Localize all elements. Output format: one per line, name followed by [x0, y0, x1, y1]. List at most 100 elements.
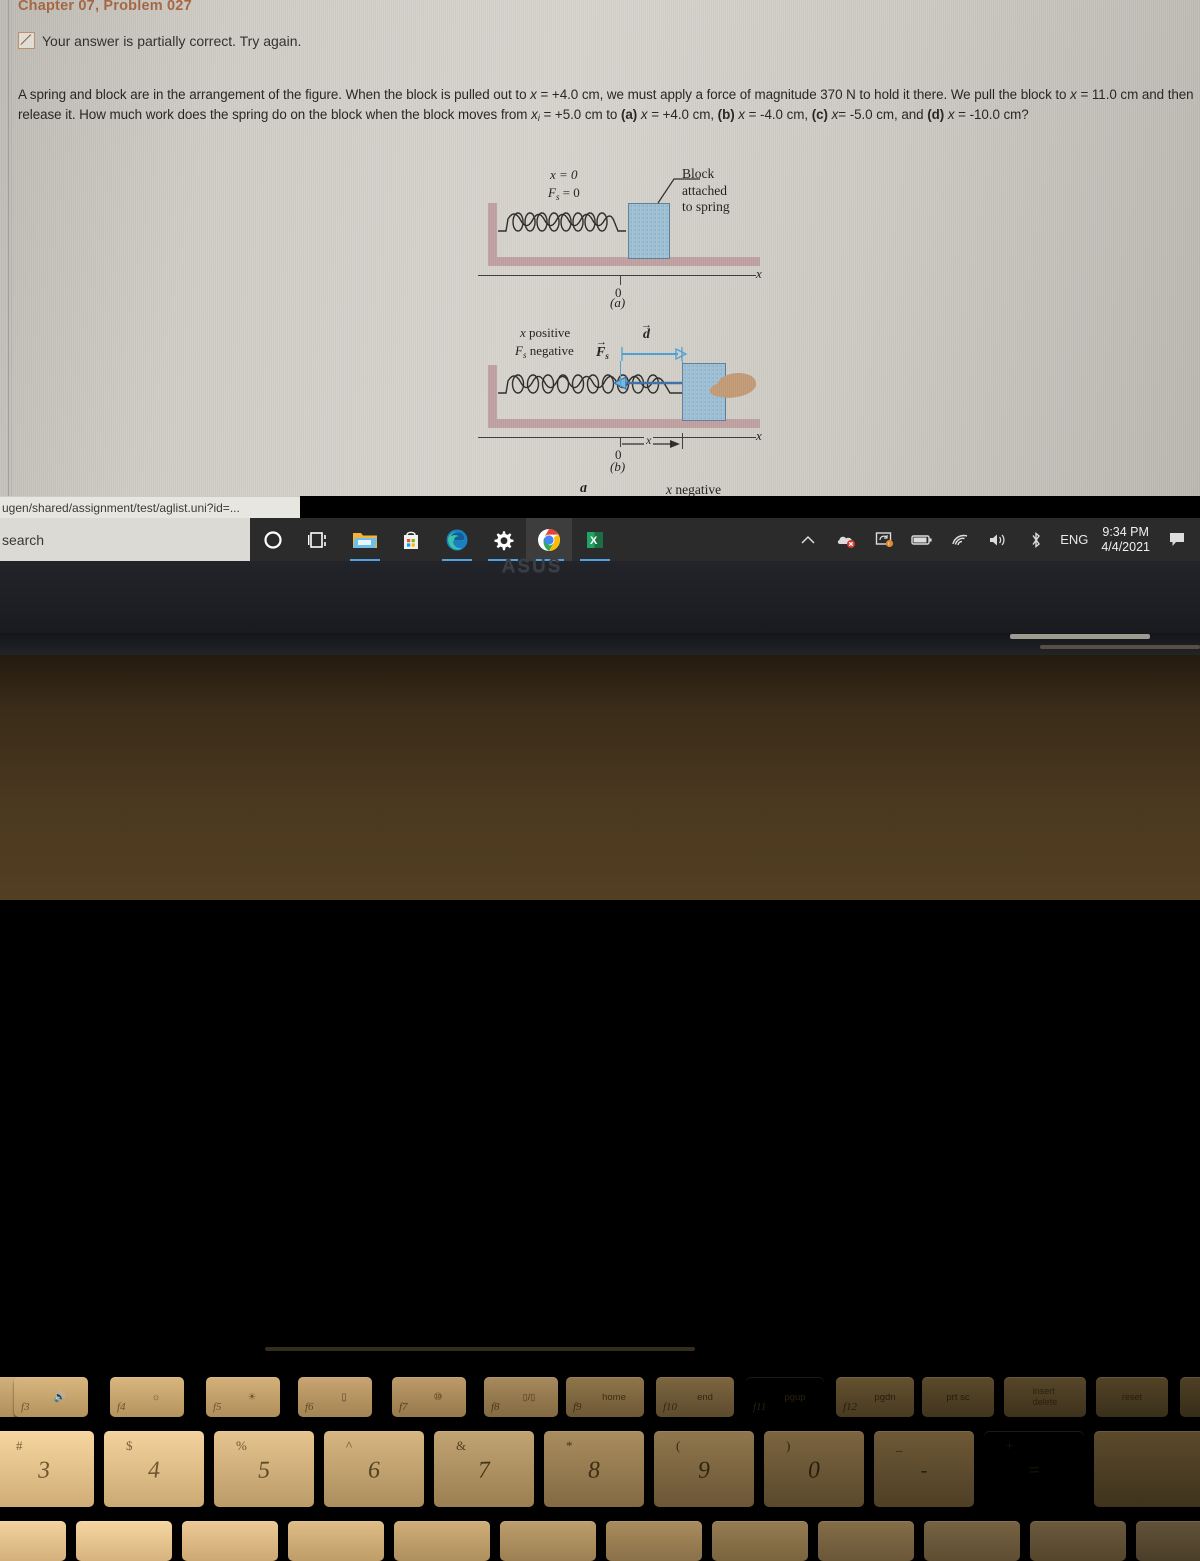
key-f10[interactable]: f10 end — [656, 1377, 734, 1417]
key-f4[interactable]: f4 ☼ — [110, 1377, 184, 1417]
keyboard-backlight-icon: ⑩ — [433, 1391, 443, 1403]
key-r[interactable] — [182, 1521, 278, 1561]
key-f12[interactable]: f12 pgdn — [836, 1377, 914, 1417]
clock-time: 9:34 PM — [1102, 524, 1149, 539]
caption-b: (b) — [610, 459, 626, 474]
panel-c-label: x negative — [666, 485, 722, 496]
volume-up-icon: 🔊 — [53, 1391, 67, 1403]
axis-a — [478, 275, 756, 277]
battery-icon[interactable] — [903, 518, 941, 561]
hinge-highlight — [1010, 634, 1150, 639]
panel-b-f-negative-label: Fs negative — [515, 343, 574, 360]
notification-icon[interactable] — [1158, 518, 1196, 561]
bluetooth-icon[interactable] — [1017, 518, 1055, 561]
panel-a-annotation: Block attached to spring — [682, 166, 730, 214]
brightness-up-icon: ☀ — [247, 1391, 257, 1403]
origin-tick-a — [620, 275, 622, 285]
browser-page: Chapter 07, Problem 027 Your answer is p… — [0, 0, 1200, 496]
key-p[interactable] — [818, 1521, 914, 1561]
figure-panel-a: x = 0 Fs = 0 Block attached to spring x … — [470, 165, 790, 310]
vector-f-label-b: F → s — [596, 336, 609, 361]
hand-finger-icon — [710, 383, 740, 397]
screen-bezel — [0, 561, 1200, 633]
key-w[interactable] — [0, 1521, 66, 1561]
key-minus[interactable]: _ - — [874, 1431, 974, 1507]
key-insert-delete[interactable]: insert delete — [1004, 1377, 1086, 1417]
key-f11[interactable]: f11 pgup — [746, 1377, 824, 1417]
panel-a-x-zero-label: x = 0 — [550, 167, 578, 182]
vector-d-arrow-b — [621, 347, 688, 361]
key-f6[interactable]: f6 ▯ — [298, 1377, 372, 1417]
block-a — [628, 203, 670, 259]
excel-icon[interactable]: X — [572, 518, 618, 561]
key-t[interactable] — [288, 1521, 384, 1561]
key-f7[interactable]: f7 ⑩ — [392, 1377, 466, 1417]
file-explorer-icon[interactable] — [342, 518, 388, 561]
deck-seam — [265, 1347, 695, 1351]
edge-icon[interactable] — [434, 518, 480, 561]
floor-a — [488, 257, 760, 266]
ref-tick-b — [620, 361, 622, 387]
key-o[interactable] — [712, 1521, 808, 1561]
chrome-icon[interactable] — [526, 518, 572, 561]
key-5[interactable]: % 5 — [214, 1431, 314, 1507]
key-equals[interactable]: + = — [984, 1431, 1084, 1507]
key-bracket-right[interactable] — [1030, 1521, 1126, 1561]
key-f8[interactable]: f8 ▯/▯ — [484, 1377, 558, 1417]
asus-logo: ASUS — [501, 556, 563, 577]
key-7[interactable]: & 7 — [434, 1431, 534, 1507]
physics-figure: x = 0 Fs = 0 Block attached to spring x … — [470, 165, 790, 496]
key-9[interactable]: ( 9 — [654, 1431, 754, 1507]
spring-a-icon — [498, 212, 626, 232]
caption-a: (a) — [610, 295, 626, 310]
display-switch-icon: ▯/▯ — [522, 1391, 536, 1402]
task-view-icon[interactable] — [296, 518, 342, 561]
panel-b-x-positive-label: x positive — [520, 325, 571, 340]
language-indicator[interactable]: ENG — [1055, 518, 1093, 561]
settings-gear-icon[interactable] — [480, 518, 526, 561]
axis-a-label: x — [756, 266, 762, 281]
show-hidden-icons-chevron[interactable] — [789, 518, 827, 561]
microsoft-store-icon[interactable] — [388, 518, 434, 561]
clock[interactable]: 9:34 PM 4/4/2021 — [1093, 518, 1158, 561]
status-url-text: ugen/shared/assignment/test/aglist.uni?i… — [2, 500, 240, 515]
onedrive-error-icon[interactable] — [827, 518, 865, 561]
key-print-screen[interactable]: prt sc — [922, 1377, 994, 1417]
problem-line-1: A spring and block are in the arrangemen… — [18, 87, 995, 102]
page-title: Chapter 07, Problem 027 — [18, 0, 192, 14]
volume-icon[interactable] — [979, 518, 1017, 561]
status-message: Your answer is partially correct. Try ag… — [42, 32, 302, 49]
key-f9[interactable]: f9 home — [566, 1377, 644, 1417]
system-tray: ! ENG 9:34 PM 4/4/2021 — [789, 518, 1200, 561]
key-6[interactable]: ^ 6 — [324, 1431, 424, 1507]
key-3[interactable]: # 3 — [0, 1431, 94, 1507]
key-0[interactable]: ) 0 — [764, 1431, 864, 1507]
svg-text:X: X — [590, 535, 598, 547]
key-4[interactable]: $ 4 — [104, 1431, 204, 1507]
laptop-photo: Chapter 07, Problem 027 Your answer is p… — [0, 0, 1200, 1561]
problem-line-3: cm, (c) x= -5.0 cm, and (d) x = -10.0 cm… — [786, 106, 1029, 122]
clock-date: 4/4/2021 — [1101, 539, 1150, 554]
key-backspace[interactable] — [1094, 1431, 1200, 1507]
search-input[interactable]: search — [0, 518, 250, 561]
axis-b — [478, 437, 756, 439]
key-y[interactable] — [394, 1521, 490, 1561]
key-backslash[interactable] — [1136, 1521, 1200, 1561]
key-i[interactable] — [606, 1521, 702, 1561]
hinge-highlight-2 — [1040, 645, 1200, 649]
page-left-border — [8, 0, 9, 496]
wifi-icon[interactable] — [941, 518, 979, 561]
key-f3[interactable]: f3 🔊 — [14, 1377, 88, 1417]
axis-b-label: x — [756, 428, 762, 443]
key-reset[interactable]: reset — [1096, 1377, 1168, 1417]
key-u[interactable] — [500, 1521, 596, 1561]
sync-warning-icon[interactable]: ! — [865, 518, 903, 561]
x-distance-label-b: x — [644, 433, 654, 448]
key-8[interactable]: * 8 — [544, 1431, 644, 1507]
key-f5[interactable]: f5 ☀ — [206, 1377, 280, 1417]
key-bracket-left[interactable] — [924, 1521, 1020, 1561]
vector-d-label-b: d → — [641, 319, 652, 342]
key-e[interactable] — [76, 1521, 172, 1561]
key-power[interactable] — [1180, 1377, 1200, 1417]
cortana-icon[interactable] — [250, 518, 296, 561]
